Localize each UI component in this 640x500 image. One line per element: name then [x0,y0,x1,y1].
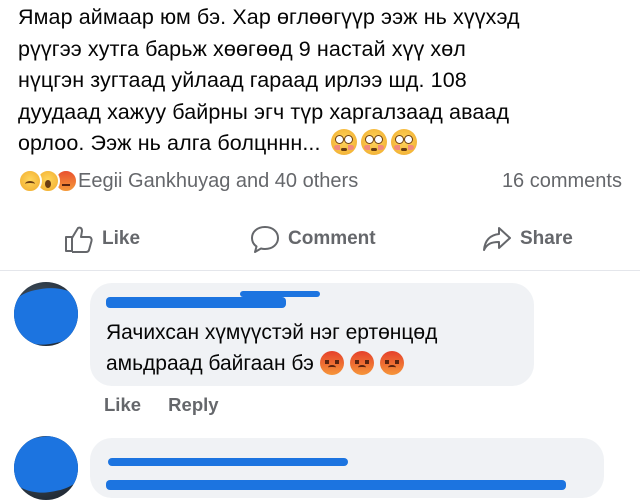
commenter-avatar[interactable] [14,282,78,346]
comment-line: Яачихсан хүмүүстэй нэг ертөнцөд [106,321,438,344]
comment-bubble [90,438,604,498]
share-arrow-icon [483,227,511,251]
reactions-summary[interactable]: Eegii Gankhuyag and 40 others 16 comment… [18,166,622,196]
divider [0,270,640,271]
like-label: Like [102,228,141,249]
comment-label: Comment [288,228,376,249]
post-body: Ямар аймаар юм бэ. Хар өглөөгүүр ээж нь … [18,2,630,160]
comment-text: Яачихсан хүмүүстэй нэг ертөнцөд амьдраад… [106,317,437,379]
author-name-redacted[interactable] [106,297,286,308]
comment-reply-button[interactable]: Reply [168,394,218,415]
comment-button[interactable]: Comment [250,225,376,253]
comments-count-link[interactable]: 16 comments [502,170,622,193]
comment-actions: Like Reply [104,394,241,416]
post-action-bar: Like Comment Share [0,214,640,264]
comment-like-button[interactable]: Like [104,394,141,415]
comment-text-redacted [106,480,566,490]
thumbs-up-icon [65,226,93,253]
comment-bubble: Яачихсан хүмүүстэй нэг ертөнцөд амьдраад… [90,283,534,386]
post-line: нүцгэн зугтаад уйлаад гараад ирлээ шд. 1… [18,68,467,92]
author-name-redacted [240,291,320,297]
sad-reaction-icon [18,169,42,193]
post-line: рүүгээ хутга барьж хөөгөөд 9 настай хүү … [18,36,466,61]
comment-line-last: амьдраад байгаан бэ [106,348,437,379]
reaction-names[interactable]: Eegii Gankhuyag and 40 others [78,170,502,193]
commenter-avatar[interactable] [14,436,78,500]
angry-face-icon [319,351,344,375]
flushed-face-icon [360,129,387,155]
reaction-icons[interactable] [18,169,78,193]
share-button[interactable]: Share [482,225,573,253]
post-line-last: орлоо. Ээж нь алга болцннн... [18,128,630,160]
comment-bubble-icon [251,226,279,253]
flushed-face-icon [390,129,417,155]
angry-face-icon [349,351,374,375]
post-line: Ямар аймаар юм бэ. Хар өглөөгүүр ээж нь … [18,5,520,29]
redaction-scribble [14,436,78,500]
post-line: дуудаад хажуу байрны эгч түр харгалзаад … [18,99,510,124]
like-button[interactable]: Like [64,225,140,253]
post-line: орлоо. Ээж нь алга болцннн... [18,131,321,155]
author-name-redacted[interactable] [108,458,348,466]
flushed-face-icon [330,129,357,155]
redaction-scribble [14,282,78,346]
share-label: Share [520,228,573,249]
angry-face-icon [379,351,404,375]
comment-line: амьдраад байгаан бэ [106,352,314,375]
